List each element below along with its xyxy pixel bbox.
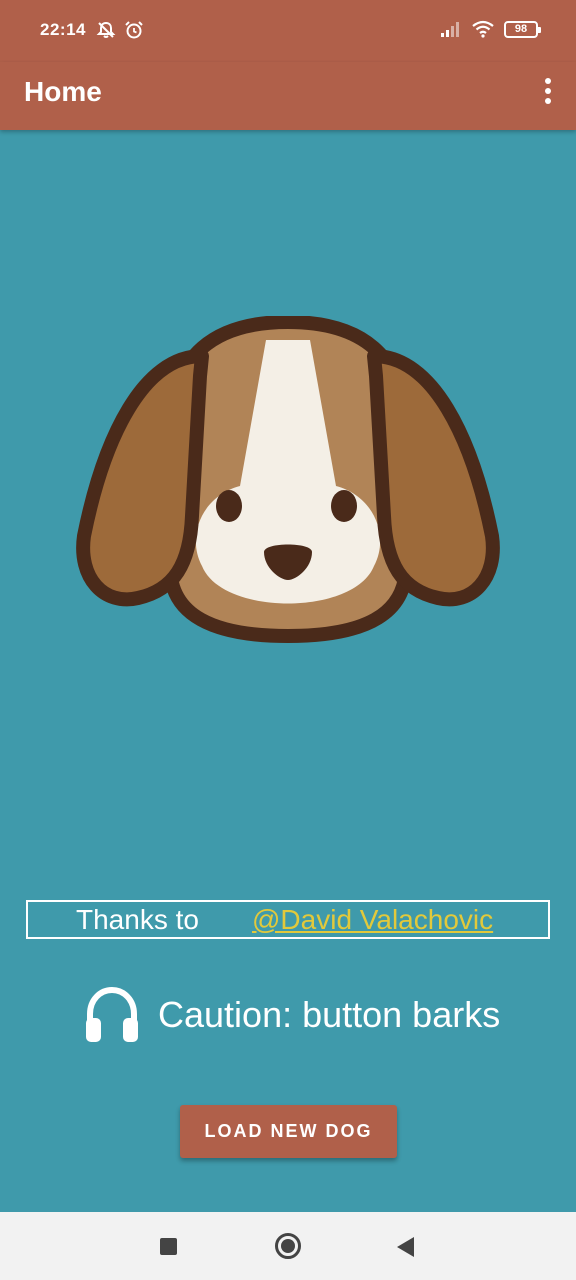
credits-label: Thanks to <box>76 904 199 935</box>
signal-icon <box>441 22 459 37</box>
headphones-icon <box>86 986 138 1042</box>
navigation-bar <box>0 1212 576 1280</box>
battery-icon: 98 <box>504 20 541 38</box>
dog-face-illustration <box>76 316 500 644</box>
status-time: 22:14 <box>40 20 86 39</box>
recents-icon[interactable] <box>160 1238 177 1255</box>
caution-text: Caution: button barks <box>158 994 501 1035</box>
caution-notice: Caution: button barks <box>84 985 500 1045</box>
credits-link[interactable]: @David Valachovic <box>252 904 493 936</box>
load-new-dog-button[interactable]: LOAD NEW DOG <box>180 1105 397 1158</box>
app-bar: Home <box>0 62 576 130</box>
alarm-icon <box>125 21 143 39</box>
credits-banner: Thanks to @David Valachovic <box>26 900 550 939</box>
back-icon[interactable] <box>397 1237 414 1257</box>
overflow-menu-icon[interactable] <box>538 76 558 106</box>
battery-level: 98 <box>514 23 528 35</box>
status-bar: 22:14 98 <box>0 0 576 62</box>
page-title: Home <box>24 76 102 107</box>
notifications-off-icon <box>96 21 116 38</box>
wifi-icon <box>472 20 494 38</box>
home-icon[interactable] <box>275 1233 301 1259</box>
